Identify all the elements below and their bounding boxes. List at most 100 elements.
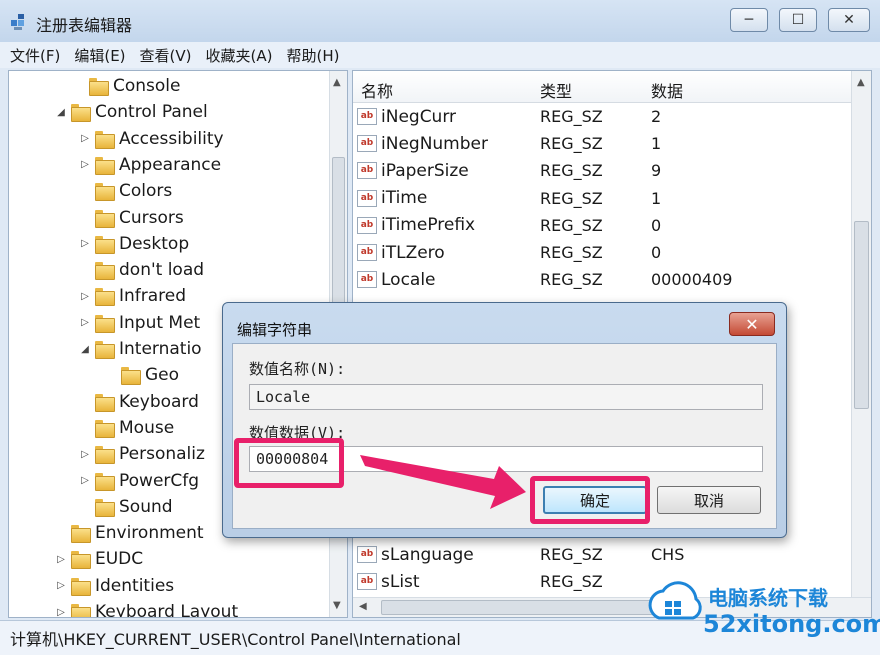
tree-item[interactable]: ▷ Desktop <box>79 231 189 257</box>
folder-icon <box>95 130 115 149</box>
folder-icon <box>95 314 115 333</box>
column-type[interactable]: 类型 <box>540 78 572 102</box>
tree-item-label: Control Panel <box>95 102 208 123</box>
expand-toggle-icon[interactable]: ▷ <box>79 159 91 170</box>
tree-item[interactable]: Sound <box>79 494 173 520</box>
expand-toggle-icon[interactable]: ▷ <box>55 580 67 591</box>
tree-item-label: Internatio <box>119 339 202 359</box>
tree-item[interactable]: ▷ EUDC <box>55 546 143 572</box>
tree-item[interactable]: ▷ Identities <box>55 573 174 599</box>
tree-item-label: Sound <box>119 496 173 517</box>
list-row[interactable]: ab iTimePrefix REG_SZ 0 <box>353 212 853 239</box>
watermark-url: 52xitong.com <box>703 610 880 638</box>
tree-item-label: Keyboard <box>119 391 199 412</box>
menu-help[interactable]: 帮助(H) <box>286 45 339 66</box>
maximize-button[interactable]: ☐ <box>779 8 817 32</box>
tree-item[interactable]: Cursors <box>79 205 184 231</box>
scroll-up-icon[interactable]: ▲ <box>333 77 341 88</box>
window-title: 注册表编辑器 <box>36 16 133 35</box>
tree-item[interactable]: Geo <box>105 362 179 388</box>
dialog-close-button[interactable]: ✕ <box>729 312 775 336</box>
expand-toggle-icon[interactable]: ▷ <box>79 475 91 486</box>
expand-toggle-icon[interactable]: ▷ <box>79 291 91 302</box>
folder-icon <box>71 577 91 596</box>
tree-item[interactable]: Environment <box>55 520 204 546</box>
tree-item-label: Appearance <box>119 154 222 175</box>
list-header: 名称 类型 数据 <box>353 71 871 103</box>
list-row[interactable]: ab iNegCurr REG_SZ 2 <box>353 103 853 130</box>
tree-item[interactable]: ▷ Appearance <box>79 152 221 178</box>
list-row[interactable]: ab Locale REG_SZ 00000409 <box>353 266 853 293</box>
tree-item[interactable]: ◢ Control Panel <box>55 99 208 125</box>
folder-icon <box>71 104 91 123</box>
tree-item[interactable]: ▷ Infrared <box>79 283 186 309</box>
value-type: REG_SZ <box>540 545 603 564</box>
tree-item[interactable]: ▷ Accessibility <box>79 126 224 152</box>
menu-view[interactable]: 查看(V) <box>140 45 192 66</box>
string-value-icon: ab <box>357 135 377 153</box>
tree-item[interactable]: Keyboard <box>79 389 199 415</box>
minimize-button[interactable]: ─ <box>730 8 768 32</box>
value-name-field[interactable]: Locale <box>249 384 763 410</box>
expand-toggle-icon[interactable]: ▷ <box>79 238 91 249</box>
value-name-label: 数值名称(N): <box>249 360 346 378</box>
tree-item[interactable]: ▷ Keyboard Layout <box>55 599 239 618</box>
tree-item[interactable]: Console <box>73 73 181 99</box>
scroll-left-icon[interactable]: ◀ <box>359 601 367 612</box>
expand-toggle-icon[interactable]: ◢ <box>55 107 67 118</box>
folder-icon <box>71 525 91 544</box>
expand-toggle-icon[interactable]: ▷ <box>55 607 67 618</box>
data-field-highlight <box>234 438 344 488</box>
expand-toggle-icon[interactable]: ◢ <box>79 344 91 355</box>
list-row[interactable]: ab iPaperSize REG_SZ 9 <box>353 157 853 184</box>
tree-item-label: Keyboard Layout <box>95 602 239 618</box>
tree-item[interactable]: ◢ Internatio <box>79 336 202 362</box>
dialog-body: 数值名称(N): Locale 数值数据(V): 00000804 确定 取消 <box>232 343 777 529</box>
list-scroll-thumb[interactable] <box>854 221 869 409</box>
folder-icon <box>95 288 115 307</box>
tree-item[interactable]: don't load <box>79 257 204 283</box>
folder-icon <box>95 156 115 175</box>
cancel-button[interactable]: 取消 <box>657 486 761 514</box>
value-data: 0 <box>651 243 662 262</box>
tree-item[interactable]: Colors <box>79 178 172 204</box>
tree-item[interactable]: ▷ Input Met <box>79 310 200 336</box>
folder-icon <box>95 393 115 412</box>
tree-item[interactable]: ▷ Personaliz <box>79 441 205 467</box>
expand-toggle-icon[interactable]: ▷ <box>79 449 91 460</box>
folder-icon <box>121 367 141 386</box>
value-type: REG_SZ <box>540 107 603 126</box>
scroll-up-icon[interactable]: ▲ <box>857 77 865 88</box>
value-data: 00000409 <box>651 270 733 290</box>
value-data: 1 <box>651 188 662 208</box>
tree-item-label: Accessibility <box>119 128 224 149</box>
column-name[interactable]: 名称 <box>361 78 393 102</box>
folder-icon <box>95 183 115 202</box>
list-vertical-scrollbar[interactable]: ▲ <box>851 71 871 617</box>
scroll-down-icon[interactable]: ▼ <box>333 600 341 611</box>
value-data: CHS <box>651 545 685 564</box>
value-type: REG_SZ <box>540 188 603 208</box>
expand-toggle-icon[interactable]: ▷ <box>79 317 91 328</box>
list-row[interactable]: ab iTime REG_SZ 1 <box>353 185 853 212</box>
folder-icon <box>89 78 109 96</box>
tree-item[interactable]: Mouse <box>79 415 174 441</box>
menu-bar: 文件(F) 编辑(E) 查看(V) 收藏夹(A) 帮助(H) <box>0 42 880 68</box>
column-data[interactable]: 数据 <box>651 78 683 102</box>
value-type: REG_SZ <box>540 134 603 154</box>
list-row[interactable]: ab iNegNumber REG_SZ 1 <box>353 130 853 157</box>
tree-item-label: don't load <box>119 260 205 281</box>
expand-toggle-icon[interactable]: ▷ <box>79 133 91 144</box>
list-row[interactable]: ab iTLZero REG_SZ 0 <box>353 239 853 266</box>
list-row[interactable]: ab sLanguage REG_SZ CHS <box>353 541 853 568</box>
tree-item[interactable]: ▷ PowerCfg <box>79 468 199 494</box>
list-hscroll-thumb[interactable] <box>381 600 661 615</box>
watermark-text: 电脑系统下载 <box>708 586 828 610</box>
folder-icon <box>95 419 115 438</box>
close-button[interactable]: ✕ <box>828 8 870 32</box>
expand-toggle-icon[interactable]: ▷ <box>55 554 67 565</box>
menu-edit[interactable]: 编辑(E) <box>74 45 125 66</box>
string-value-icon: ab <box>357 244 377 261</box>
menu-file[interactable]: 文件(F) <box>10 45 60 66</box>
menu-favorites[interactable]: 收藏夹(A) <box>206 45 273 66</box>
